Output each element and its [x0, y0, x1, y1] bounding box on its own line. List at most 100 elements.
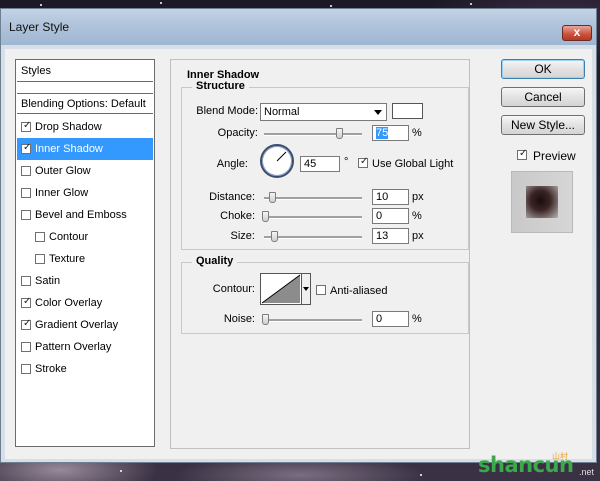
blend-mode-select[interactable]: Normal	[260, 103, 387, 121]
preview-thumbnail	[526, 186, 558, 218]
chevron-down-icon	[303, 287, 309, 291]
distance-slider[interactable]	[264, 197, 362, 200]
title-bar[interactable]: Layer Style x	[1, 9, 596, 45]
opacity-value: 75	[376, 127, 389, 139]
star	[470, 3, 472, 5]
style-item-checkbox[interactable]: ✓	[21, 318, 32, 330]
noise-input[interactable]: 0	[372, 311, 409, 327]
star	[120, 470, 122, 472]
style-item-checkbox[interactable]	[21, 166, 31, 176]
contour-dropdown[interactable]	[302, 273, 311, 305]
angle-unit: °	[344, 156, 349, 168]
style-item-label: Inner Glow	[35, 187, 89, 199]
style-item-label: Satin	[35, 275, 61, 287]
style-item-checkbox[interactable]	[35, 254, 45, 264]
contour-picker[interactable]	[260, 273, 302, 305]
style-item-checkbox[interactable]	[21, 342, 31, 352]
size-input[interactable]: 13	[372, 228, 409, 244]
inner-shadow-panel: Inner Shadow Structure Blend Mode: Norma…	[170, 59, 470, 449]
blending-options-item[interactable]: Blending Options: Default	[17, 93, 153, 114]
opacity-slider-thumb[interactable]	[336, 128, 343, 139]
style-item-checkbox[interactable]: ✓	[21, 120, 31, 132]
quality-group: Quality Contour: Anti-aliased Noise: 0 %	[181, 255, 469, 334]
style-preview	[511, 171, 573, 233]
blend-mode-value: Normal	[264, 106, 300, 118]
style-item-contour[interactable]: Contour	[17, 226, 153, 248]
site-watermark: shancun 山村 .net	[470, 447, 600, 481]
style-item-label: Inner Shadow	[35, 143, 103, 155]
linear-contour-icon	[261, 274, 301, 304]
style-item-outer-glow[interactable]: Outer Glow	[17, 160, 153, 182]
use-global-light-checkbox[interactable]: ✓	[358, 156, 369, 168]
style-item-gradient-overlay[interactable]: ✓ Gradient Overlay	[17, 314, 153, 336]
noise-label: Noise:	[223, 313, 255, 325]
window-title: Layer Style	[9, 20, 70, 34]
blend-mode-label: Blend Mode:	[196, 105, 258, 117]
angle-needle-icon	[276, 151, 287, 162]
choke-unit: %	[412, 210, 422, 222]
style-item-checkbox[interactable]: ✓	[21, 296, 32, 308]
shadow-color-swatch[interactable]	[392, 103, 423, 119]
checkmark-icon: ✓	[23, 142, 32, 153]
contour-label: Contour:	[212, 283, 255, 295]
choke-label: Choke:	[220, 210, 255, 222]
checkmark-icon: ✓	[23, 296, 32, 307]
checkmark-icon: ✓	[23, 318, 32, 329]
style-item-label: Bevel and Emboss	[35, 209, 127, 221]
style-item-inner-glow[interactable]: Inner Glow	[17, 182, 153, 204]
choke-slider-thumb[interactable]	[262, 211, 269, 222]
distance-label: Distance:	[209, 191, 255, 203]
size-label: Size:	[230, 230, 255, 242]
style-item-checkbox[interactable]	[21, 364, 31, 374]
noise-slider[interactable]	[264, 319, 362, 322]
size-slider[interactable]	[264, 236, 362, 239]
style-item-checkbox[interactable]	[35, 232, 45, 242]
cancel-button[interactable]: Cancel	[501, 87, 585, 107]
checkmark-icon: ✓	[360, 156, 369, 167]
star	[420, 474, 422, 476]
style-item-label: Pattern Overlay	[35, 341, 112, 353]
ok-button[interactable]: OK	[501, 59, 585, 79]
use-global-light-label: Use Global Light	[372, 158, 454, 170]
style-item-inner-shadow[interactable]: ✓ Inner Shadow	[17, 138, 153, 160]
opacity-slider[interactable]	[264, 133, 362, 136]
anti-aliased-checkbox[interactable]	[316, 285, 326, 295]
style-item-color-overlay[interactable]: ✓ Color Overlay	[17, 292, 153, 314]
new-style-button[interactable]: New Style...	[501, 115, 585, 135]
close-button[interactable]: x	[562, 25, 592, 41]
size-unit: px	[412, 230, 424, 242]
structure-group: Structure Blend Mode: Normal Opacity: 75…	[181, 80, 469, 250]
angle-dial[interactable]	[260, 144, 294, 178]
distance-slider-thumb[interactable]	[269, 192, 276, 203]
style-item-label: Contour	[49, 231, 89, 243]
style-item-label: Stroke	[35, 363, 67, 375]
style-item-satin[interactable]: Satin	[17, 270, 153, 292]
style-item-pattern-overlay[interactable]: Pattern Overlay	[17, 336, 153, 358]
angle-input[interactable]: 45	[300, 156, 340, 172]
size-slider-thumb[interactable]	[271, 231, 278, 242]
style-item-bevel-and-emboss[interactable]: Bevel and Emboss	[17, 204, 153, 226]
style-item-checkbox[interactable]: ✓	[21, 142, 32, 154]
quality-legend: Quality	[192, 255, 238, 267]
noise-slider-thumb[interactable]	[262, 314, 269, 325]
checkmark-icon: ✓	[519, 148, 528, 159]
star	[330, 5, 332, 7]
preview-checkbox[interactable]: ✓	[517, 148, 528, 160]
style-item-stroke[interactable]: Stroke	[17, 358, 153, 380]
noise-unit: %	[412, 313, 422, 325]
style-item-checkbox[interactable]	[21, 210, 31, 220]
style-item-label: Outer Glow	[35, 165, 91, 177]
distance-unit: px	[412, 191, 424, 203]
style-item-checkbox[interactable]	[21, 276, 31, 286]
styles-header[interactable]: Styles	[17, 61, 153, 82]
choke-slider[interactable]	[264, 216, 362, 219]
style-item-texture[interactable]: Texture	[17, 248, 153, 270]
style-item-checkbox[interactable]	[21, 188, 31, 198]
choke-input[interactable]: 0	[372, 208, 409, 224]
opacity-unit: %	[412, 127, 422, 139]
style-item-label: Drop Shadow	[35, 121, 102, 133]
preview-label: Preview	[533, 149, 576, 163]
style-item-drop-shadow[interactable]: ✓ Drop Shadow	[17, 116, 153, 138]
distance-input[interactable]: 10	[372, 189, 409, 205]
opacity-input[interactable]: 75	[372, 125, 409, 141]
